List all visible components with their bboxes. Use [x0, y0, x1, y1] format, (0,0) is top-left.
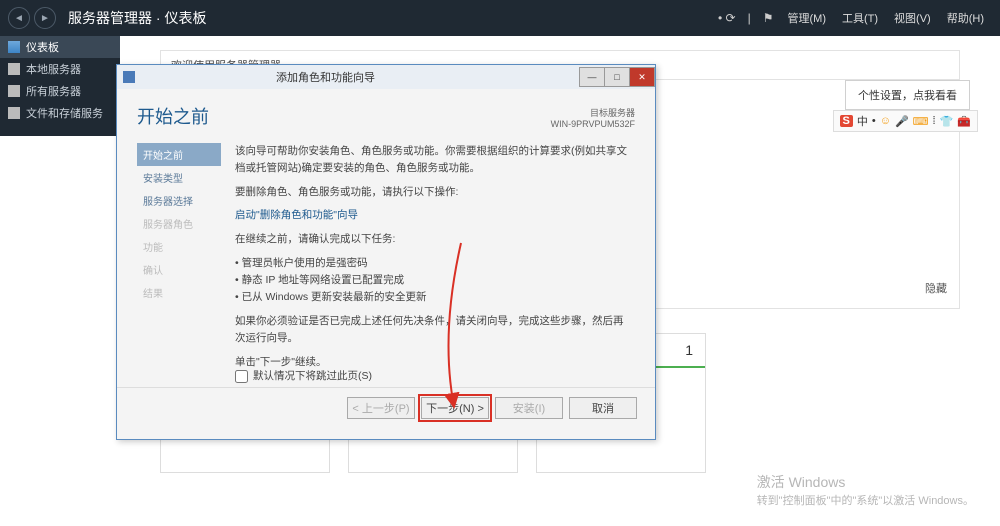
maximize-button[interactable]: □ [604, 67, 630, 87]
mic-icon[interactable]: 🎤 [895, 115, 909, 128]
wiz-p1: 该向导可帮助你安装角色、角色服务或功能。你需要根据组织的计算要求(例如共享文档或… [235, 143, 629, 177]
local-server-icon [8, 63, 20, 75]
target-server: WIN-9PRVPUM532F [551, 119, 635, 129]
wizard-icon [123, 71, 135, 83]
ime-lang: 中 [857, 113, 868, 129]
wiz-p3: 在继续之前，请确认完成以下任务: [235, 231, 629, 248]
sidebar-item-label: 本地服务器 [26, 61, 81, 77]
sogou-icon: S [840, 115, 853, 127]
tile-count: 1 [685, 342, 693, 358]
keyboard-icon[interactable]: ⌨ [913, 115, 929, 128]
sidebar-item-all[interactable]: 所有服务器 [0, 80, 120, 102]
sidebar-item-local[interactable]: 本地服务器 [0, 58, 120, 80]
sidebar-item-label: 文件和存储服务 [26, 105, 103, 121]
prev-button: < 上一步(P) [347, 397, 415, 419]
sidebar-item-file[interactable]: 文件和存储服务 [0, 102, 120, 124]
activate-title: 激活 Windows [757, 472, 974, 492]
sidebar: 仪表板 本地服务器 所有服务器 文件和存储服务 [0, 36, 120, 136]
ime-sep: ⁞ [933, 115, 936, 127]
wizard-heading: 开始之前 [137, 103, 209, 129]
wizard-target: 目标服务器 WIN-9PRVPUM532F [551, 106, 635, 129]
wizard-title: 添加角色和功能向导 [141, 69, 580, 85]
bullet: 管理员帐户使用的是强密码 [235, 255, 629, 272]
install-button: 安装(I) [495, 397, 563, 419]
sidebar-item-label: 仪表板 [26, 39, 59, 55]
forward-button[interactable]: ► [34, 7, 56, 29]
wiz-bullets: 管理员帐户使用的是强密码 静态 IP 地址等网络设置已配置完成 已从 Windo… [235, 255, 629, 305]
skip-label: 默认情况下将跳过此页(S) [253, 368, 372, 385]
close-button[interactable]: ✕ [629, 67, 655, 87]
hide-link[interactable]: 隐藏 [925, 280, 947, 296]
sidebar-item-label: 所有服务器 [26, 83, 81, 99]
nav-server[interactable]: 服务器选择 [137, 189, 221, 212]
bullet: 静态 IP 地址等网络设置已配置完成 [235, 272, 629, 289]
menu-view[interactable]: 视图(V) [894, 10, 931, 26]
menu-help[interactable]: 帮助(H) [947, 10, 984, 26]
emoji-icon[interactable]: ☺ [880, 115, 891, 127]
app-title: 服务器管理器 · 仪表板 [68, 8, 206, 28]
menu-tools[interactable]: 工具(T) [842, 10, 878, 26]
back-button[interactable]: ◄ [8, 7, 30, 29]
file-storage-icon [8, 107, 20, 119]
activate-windows: 激活 Windows 转到"控制面板"中的"系统"以激活 Windows。 [757, 472, 974, 508]
wiz-p4: 如果你必须验证是否已完成上述任何先决条件，请关闭向导，完成这些步骤，然后再次运行… [235, 313, 629, 347]
toolbox-icon[interactable]: 🧰 [957, 115, 971, 128]
wizard-nav: 开始之前 安装类型 服务器选择 服务器角色 功能 确认 结果 [137, 137, 221, 387]
titlebar: ◄ ► 服务器管理器 · 仪表板 • ⟳ | ⚑ 管理(M) 工具(T) 视图(… [0, 0, 1000, 36]
activate-sub: 转到"控制面板"中的"系统"以激活 Windows。 [757, 492, 974, 508]
separator-icon: | [748, 11, 751, 25]
bullet: 已从 Windows 更新安装最新的安全更新 [235, 289, 629, 306]
sidebar-item-dashboard[interactable]: 仪表板 [0, 36, 120, 58]
wizard-dialog: 添加角色和功能向导 — □ ✕ 开始之前 目标服务器 WIN-9PRVPUM53… [116, 64, 656, 440]
nav-type[interactable]: 安装类型 [137, 166, 221, 189]
wizard-header: 开始之前 目标服务器 WIN-9PRVPUM532F [117, 89, 655, 137]
refresh-icon[interactable]: • ⟳ [718, 11, 736, 25]
wiz-p2: 要删除角色、角色服务或功能，请执行以下操作: [235, 184, 629, 201]
nav-before[interactable]: 开始之前 [137, 143, 221, 166]
skip-checkbox[interactable] [235, 370, 248, 383]
flag-icon[interactable]: ⚑ [763, 11, 774, 25]
ime-toolbar[interactable]: S 中 • ☺ 🎤 ⌨ ⁞ 👕 🧰 [833, 110, 979, 132]
ime-sep: • [872, 115, 876, 127]
nav-roles: 服务器角色 [137, 212, 221, 235]
wizard-footer: < 上一步(P) 下一步(N) > 安装(I) 取消 [117, 387, 655, 427]
dashboard-icon [8, 41, 20, 53]
notification-pill[interactable]: 个性设置，点我看看 [845, 80, 970, 110]
next-button[interactable]: 下一步(N) > [421, 397, 489, 419]
nav-result: 结果 [137, 281, 221, 304]
minimize-button[interactable]: — [579, 67, 605, 87]
all-servers-icon [8, 85, 20, 97]
skin-icon[interactable]: 👕 [940, 115, 954, 128]
target-label: 目标服务器 [551, 106, 635, 119]
nav-confirm: 确认 [137, 258, 221, 281]
wizard-content: 该向导可帮助你安装角色、角色服务或功能。你需要根据组织的计算要求(例如共享文档或… [221, 137, 635, 387]
wizard-titlebar[interactable]: 添加角色和功能向导 — □ ✕ [117, 65, 655, 89]
remove-wizard-link[interactable]: 启动"删除角色和功能"向导 [235, 207, 629, 224]
notification-text: 个性设置，点我看看 [858, 90, 957, 102]
cancel-button[interactable]: 取消 [569, 397, 637, 419]
menu-manage[interactable]: 管理(M) [788, 10, 827, 26]
nav-features: 功能 [137, 235, 221, 258]
